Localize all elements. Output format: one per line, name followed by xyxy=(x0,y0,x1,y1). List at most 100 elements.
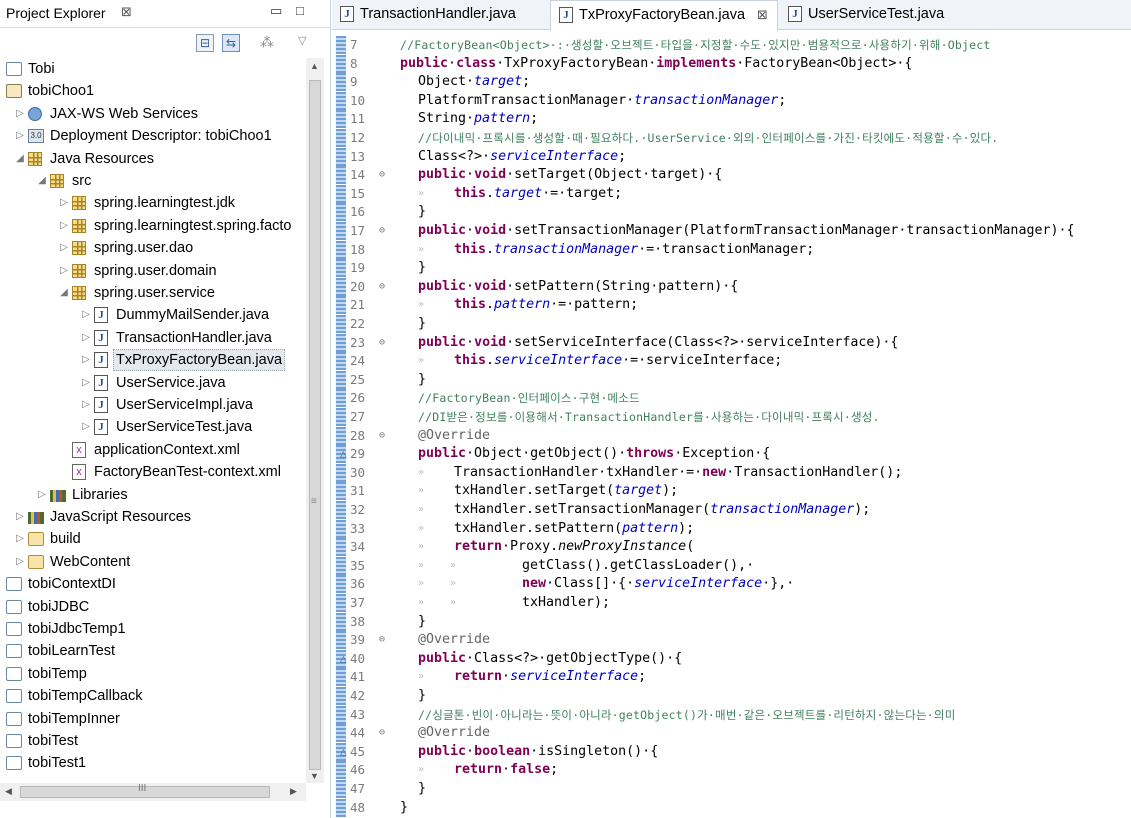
code-line[interactable]: 13 Class<?>·serviceInterface; xyxy=(350,148,1131,167)
collapsed-twisty-icon[interactable]: ▷ xyxy=(58,260,70,282)
close-tab-icon[interactable]: ⊠ xyxy=(757,7,768,22)
tree-item[interactable]: ▷ build xyxy=(0,528,306,550)
tree-item[interactable]: ▷ spring.user.domain xyxy=(0,260,306,282)
tab-transactionhandler[interactable]: J TransactionHandler.java xyxy=(332,0,548,30)
code-line[interactable]: 19} xyxy=(350,259,1131,278)
view-menu-chevron-down-icon[interactable]: ▽ xyxy=(298,34,306,47)
tree-item[interactable]: ▷ J UserServiceTest.java xyxy=(0,416,306,438)
code-line[interactable]: 21 this.pattern·=·pattern;» xyxy=(350,296,1131,315)
tab-userservicetest[interactable]: J UserServiceTest.java xyxy=(780,0,980,30)
code-line[interactable]: 27 //DI받은·정보를·이용해서·TransactionHandler를·사용… xyxy=(350,408,1131,427)
code-line[interactable]: 32 txHandler.setTransactionManager(transa… xyxy=(350,501,1131,520)
collapsed-twisty-icon[interactable]: ▷ xyxy=(14,528,26,550)
expanded-twisty-icon[interactable]: ◢ xyxy=(36,170,48,192)
code-line[interactable]: 39 ⊖ @Override xyxy=(350,631,1131,650)
code-line[interactable]: 16} xyxy=(350,203,1131,222)
code-line[interactable]: 11 String·pattern; xyxy=(350,110,1131,129)
tree-item[interactable]: ▷ J DummyMailSender.java xyxy=(0,304,306,326)
tree-item[interactable]: x applicationContext.xml xyxy=(0,439,306,461)
code-line[interactable]: 30 TransactionHandler·txHandler·=·new·Tra… xyxy=(350,464,1131,483)
code-line[interactable]: 40 △ public·Class<?>·getObjectType()·{ xyxy=(340,650,1131,669)
collapse-all-icon[interactable]: ⊟ xyxy=(196,34,214,52)
tree-item[interactable]: ◢ Java Resources xyxy=(0,148,306,170)
collapsed-twisty-icon[interactable]: ▷ xyxy=(80,349,92,371)
override-marker-icon[interactable]: △ xyxy=(340,743,347,762)
code-line[interactable]: 42} xyxy=(350,687,1131,706)
collapsed-twisty-icon[interactable]: ▷ xyxy=(14,551,26,573)
code-line[interactable]: 45 △ public·boolean·isSingleton()·{ xyxy=(340,743,1131,762)
fold-toggle-icon[interactable]: ⊖ xyxy=(379,222,385,241)
code-line[interactable]: 37 txHandler); »» xyxy=(350,594,1131,613)
tree-item[interactable]: tobiTest xyxy=(0,730,306,752)
code-line[interactable]: 35 getClass().getClassLoader(),· »» xyxy=(350,557,1131,576)
collapsed-twisty-icon[interactable]: ▷ xyxy=(58,215,70,237)
link-with-editor-icon[interactable]: ⇆ xyxy=(222,34,240,52)
tree-item[interactable]: tobiTempCallback xyxy=(0,685,306,707)
code-line[interactable]: 41 return·serviceInterface;» xyxy=(350,668,1131,687)
tree-item[interactable]: ▷ J TransactionHandler.java xyxy=(0,327,306,349)
collapsed-twisty-icon[interactable]: ▷ xyxy=(14,103,26,125)
collapsed-twisty-icon[interactable]: ▷ xyxy=(14,506,26,528)
fold-toggle-icon[interactable]: ⊖ xyxy=(379,278,385,297)
collapsed-twisty-icon[interactable]: ▷ xyxy=(36,484,48,506)
tree-item[interactable]: ▷ J UserService.java xyxy=(0,372,306,394)
fold-toggle-icon[interactable]: ⊖ xyxy=(379,166,385,185)
collapsed-twisty-icon[interactable]: ▷ xyxy=(58,237,70,259)
collapsed-twisty-icon[interactable]: ▷ xyxy=(80,327,92,349)
collapsed-twisty-icon[interactable]: ▷ xyxy=(14,125,26,147)
code-line[interactable]: 9 Object·target; xyxy=(350,73,1131,92)
tree-item[interactable]: ▷ J UserServiceImpl.java xyxy=(0,394,306,416)
code-line[interactable]: 28 ⊖ @Override xyxy=(350,427,1131,446)
tree-item[interactable]: tobiJDBC xyxy=(0,596,306,618)
view-menu-dots-icon[interactable]: ⁂ xyxy=(260,34,274,51)
tree-item[interactable]: ▷ spring.learningtest.spring.facto xyxy=(0,215,306,237)
override-marker-icon[interactable]: △ xyxy=(340,445,347,464)
collapsed-twisty-icon[interactable]: ▷ xyxy=(80,416,92,438)
code-line[interactable]: 26 //FactoryBean·인터페이스·구현·메소드 xyxy=(350,389,1131,408)
code-line[interactable]: 25} xyxy=(350,371,1131,390)
tree-item[interactable]: tobiContextDI xyxy=(0,573,306,595)
override-marker-icon[interactable]: △ xyxy=(340,650,347,669)
code-line[interactable]: 14 ⊖ public·void·setTarget(Object·target)·… xyxy=(350,166,1131,185)
code-line[interactable]: 44 ⊖ @Override xyxy=(350,724,1131,743)
tree-item[interactable]: ▷ spring.learningtest.jdk xyxy=(0,192,306,214)
maximize-icon[interactable]: □ xyxy=(296,3,304,18)
tree-vertical-scroll-thumb[interactable] xyxy=(309,80,321,770)
tree-item[interactable]: ▷ J TxProxyFactoryBean.java xyxy=(0,349,306,372)
collapsed-twisty-icon[interactable]: ▷ xyxy=(80,372,92,394)
collapsed-twisty-icon[interactable]: ▷ xyxy=(80,394,92,416)
tree-item[interactable]: tobiJdbcTemp1 xyxy=(0,618,306,640)
code-line[interactable]: 38} xyxy=(350,613,1131,632)
tree-item[interactable]: tobiLearnTest xyxy=(0,640,306,662)
code-line[interactable]: 29 △ public·Object·getObject()·throws·Exce… xyxy=(340,445,1131,464)
tree-item[interactable]: x FactoryBeanTest-context.xml xyxy=(0,461,306,483)
code-line[interactable]: 17 ⊖ public·void·setTransactionManager(Pla… xyxy=(350,222,1131,241)
code-line[interactable]: 36 new·Class[]·{·serviceInterface·},· »» xyxy=(350,575,1131,594)
tree-item[interactable]: ◢ src xyxy=(0,170,306,192)
scroll-left-arrow-icon[interactable]: ◀ xyxy=(5,786,12,797)
fold-toggle-icon[interactable]: ⊖ xyxy=(379,334,385,353)
tree-item[interactable]: tobiTempInner xyxy=(0,708,306,730)
fold-toggle-icon[interactable]: ⊖ xyxy=(379,427,385,446)
code-line[interactable]: 22} xyxy=(350,315,1131,334)
code-line[interactable]: 15 this.target·=·target;» xyxy=(350,185,1131,204)
tree-item[interactable]: Tobi xyxy=(0,58,306,80)
tab-txproxyfactorybean[interactable]: J TxProxyFactoryBean.java ⊠ xyxy=(550,0,778,31)
fold-toggle-icon[interactable]: ⊖ xyxy=(379,724,385,743)
code-line[interactable]: 23 ⊖ public·void·setServiceInterface(Class… xyxy=(350,334,1131,353)
tree-item[interactable]: ◢ spring.user.service xyxy=(0,282,306,304)
expanded-twisty-icon[interactable]: ◢ xyxy=(14,148,26,170)
tree-item[interactable]: ▷ WebContent xyxy=(0,551,306,573)
tree-item[interactable]: tobiChoo1 xyxy=(0,80,306,102)
code-line[interactable]: 24 this.serviceInterface·=·serviceInterfa… xyxy=(350,352,1131,371)
tree-item[interactable]: ▷ JavaScript Resources xyxy=(0,506,306,528)
tree-item[interactable]: ▷ Libraries xyxy=(0,484,306,506)
scroll-right-arrow-icon[interactable]: ▶ xyxy=(290,786,297,797)
tree-item[interactable]: ▷ 3.0 Deployment Descriptor: tobiChoo1 xyxy=(0,125,306,147)
tree-item[interactable]: tobiTemp xyxy=(0,663,306,685)
fold-toggle-icon[interactable]: ⊖ xyxy=(379,631,385,650)
code-line[interactable]: 31 txHandler.setTarget(target);» xyxy=(350,482,1131,501)
collapsed-twisty-icon[interactable]: ▷ xyxy=(58,192,70,214)
code-line[interactable]: 48} xyxy=(350,799,1131,818)
expanded-twisty-icon[interactable]: ◢ xyxy=(58,282,70,304)
